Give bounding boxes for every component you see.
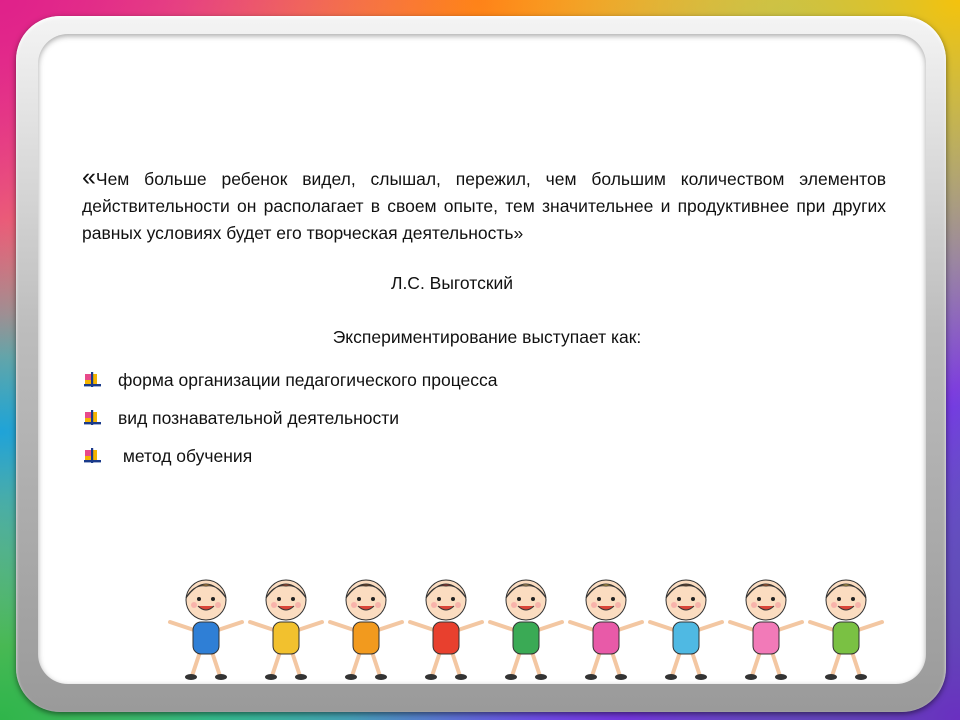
child-figure — [488, 579, 564, 680]
dancing-children-illustration — [168, 579, 884, 680]
child-figure — [808, 579, 884, 680]
quote-text: «Чем больше ребенок видел, слышал, переж… — [82, 164, 886, 247]
child-figure — [248, 579, 324, 680]
slide-content: «Чем больше ребенок видел, слышал, переж… — [38, 34, 926, 684]
list-item: форма организации педагогического процес… — [82, 361, 498, 399]
child-figure — [168, 579, 244, 680]
child-figure — [648, 579, 724, 680]
list-item: метод обучения — [82, 437, 498, 475]
list-item-label: метод обучения — [118, 445, 253, 466]
quote-author: Л.С. Выготский — [390, 273, 514, 293]
section-subtitle: Экспериментирование выступает как: — [332, 327, 642, 347]
quote-open-mark: « — [82, 163, 96, 191]
child-figure — [728, 579, 804, 680]
bullet-icon — [84, 372, 101, 387]
list-item-label: вид познавательной деятельности — [118, 407, 400, 428]
child-figure — [328, 579, 404, 680]
quote-body: Чем больше ребенок видел, слышал, пережи… — [82, 169, 886, 243]
list-item-label: форма организации педагогического процес… — [118, 369, 498, 390]
bullet-list: форма организации педагогического процес… — [82, 361, 498, 475]
child-figure — [568, 579, 644, 680]
list-item: вид познавательной деятельности — [82, 399, 498, 437]
bullet-icon — [84, 448, 101, 463]
child-figure — [408, 579, 484, 680]
bullet-icon — [84, 410, 101, 425]
